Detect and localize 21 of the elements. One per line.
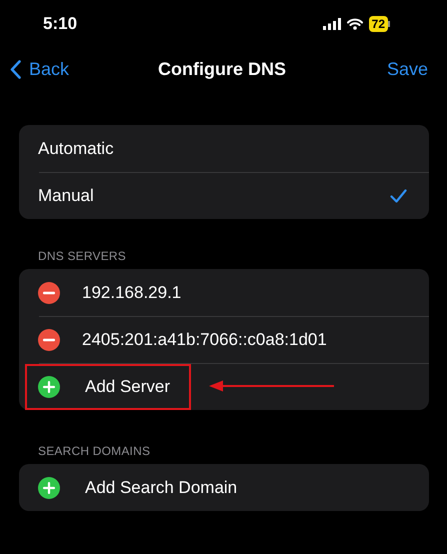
remove-icon[interactable] xyxy=(38,328,60,350)
status-time: 5:10 xyxy=(43,14,78,34)
section-header: SEARCH DOMAINS xyxy=(38,444,152,458)
signal-icon xyxy=(322,18,341,30)
mode-option[interactable]: Manual xyxy=(19,172,429,219)
remove-icon[interactable] xyxy=(38,282,60,304)
back-button[interactable]: Back xyxy=(10,58,70,80)
add-icon[interactable] xyxy=(38,376,60,398)
chevron-left-icon xyxy=(10,60,21,78)
section-header: DNS SERVERS xyxy=(38,249,128,263)
server-address: 192.168.29.1 xyxy=(82,282,182,302)
add-link[interactable]: Add Search Domain xyxy=(85,478,238,498)
battery-icon: 72 xyxy=(368,16,391,32)
wifi-icon xyxy=(346,18,363,30)
checkmark-icon xyxy=(390,188,407,202)
save-button[interactable]: Save xyxy=(386,58,428,80)
mode-option[interactable]: Automatic xyxy=(19,125,429,172)
screen-title: Configure DNS xyxy=(158,58,286,80)
add-icon[interactable] xyxy=(38,476,60,498)
server-address: 2405:201:a41b:7066::c0a8:1d01 xyxy=(82,330,327,350)
add-link[interactable]: Add Server xyxy=(85,376,170,396)
